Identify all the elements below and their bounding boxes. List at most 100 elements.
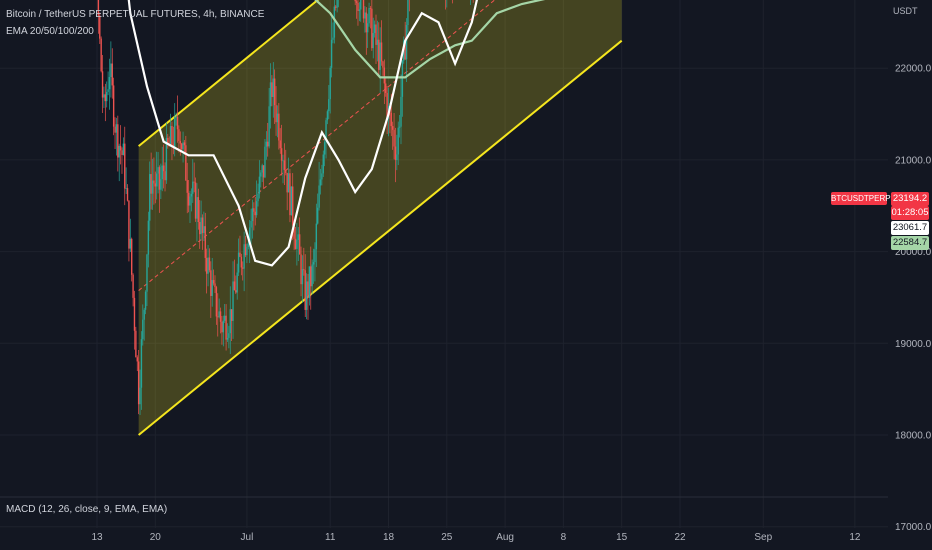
x-tick-label: 13 xyxy=(91,532,103,543)
x-tick-label: 11 xyxy=(325,532,336,543)
candle-body xyxy=(272,78,274,97)
y-tick-label: 21000.0 xyxy=(895,155,932,166)
price-chart[interactable]: 17000.018000.019000.020000.021000.022000… xyxy=(0,0,932,550)
candle-body xyxy=(296,239,298,249)
candle-body xyxy=(407,0,409,26)
candle-body xyxy=(262,165,265,178)
candle-body xyxy=(203,226,205,234)
candle-body xyxy=(311,264,313,287)
candle-body xyxy=(133,297,136,331)
candle-body xyxy=(355,1,358,3)
candle-body xyxy=(357,2,359,11)
candle-body xyxy=(142,319,144,340)
x-tick-label: 25 xyxy=(441,532,453,543)
x-tick-label: 20 xyxy=(150,532,162,543)
candle-body xyxy=(282,160,284,162)
y-tick-label: 17000.0 xyxy=(895,522,932,533)
candle-body xyxy=(362,0,365,19)
candle-body xyxy=(335,6,337,8)
candle-body xyxy=(233,281,236,291)
candle-body xyxy=(298,234,301,255)
candle-body xyxy=(304,270,306,310)
candle-body xyxy=(243,244,245,269)
candle-body xyxy=(101,71,104,98)
candle-body xyxy=(164,171,166,181)
ema-indicator-label[interactable]: EMA 20/50/100/200 xyxy=(6,26,94,37)
candle-body xyxy=(383,67,386,84)
candle-body xyxy=(169,125,172,147)
candle-body xyxy=(267,141,269,147)
candle-body xyxy=(373,24,376,34)
candle-body xyxy=(175,116,177,118)
candle-body xyxy=(154,183,156,187)
candle-body xyxy=(106,91,108,102)
candle-body xyxy=(194,182,197,219)
candle-body xyxy=(193,181,195,183)
candle-body xyxy=(250,221,252,228)
candle-body xyxy=(174,117,176,147)
candle-body xyxy=(364,12,366,19)
candle-body xyxy=(160,179,162,190)
candle-body xyxy=(208,257,211,271)
candle-body xyxy=(242,267,244,269)
x-tick-label: Jul xyxy=(241,532,254,543)
macd-indicator-label[interactable]: MACD (12, 26, close, 9, EMA, EMA) xyxy=(6,504,167,515)
candle-body xyxy=(333,6,336,38)
candle-body xyxy=(336,0,338,8)
candle-body xyxy=(391,126,394,130)
candle-body xyxy=(305,281,308,310)
candle-body xyxy=(257,193,259,202)
candle-body xyxy=(111,63,113,86)
candle-body xyxy=(183,142,186,146)
candle-body xyxy=(143,309,145,320)
x-tick-label: 15 xyxy=(616,532,628,543)
candle-body xyxy=(207,257,209,274)
candle-body xyxy=(310,266,312,287)
x-tick-label: 22 xyxy=(674,532,686,543)
candle-body xyxy=(232,281,234,321)
candle-body xyxy=(137,361,140,405)
candle-body xyxy=(289,173,291,216)
candle-body xyxy=(100,38,102,72)
candle-body xyxy=(179,140,181,144)
candle-body xyxy=(328,99,330,112)
candle-body xyxy=(360,0,362,10)
candle-body xyxy=(190,193,193,197)
x-tick-label: 12 xyxy=(849,532,861,543)
candle-body xyxy=(230,309,233,321)
candle-body xyxy=(161,165,163,180)
candle-body xyxy=(253,208,255,212)
ema-50-tag: 22584.7 xyxy=(891,236,929,250)
candle-body xyxy=(322,154,324,174)
candle-body xyxy=(197,197,200,223)
parallel-channel[interactable] xyxy=(0,0,888,436)
candle-body xyxy=(397,127,399,155)
candle-body xyxy=(103,94,105,98)
candle-body xyxy=(210,270,212,296)
candle-body xyxy=(146,254,148,292)
candle-body xyxy=(162,165,165,172)
candle-body xyxy=(369,7,372,9)
candle-body xyxy=(280,148,283,161)
candle-body xyxy=(366,23,369,33)
candle-body xyxy=(140,339,143,388)
y-tick-label: 22000.0 xyxy=(895,64,932,75)
candle-body xyxy=(375,24,377,45)
candle-body xyxy=(393,129,395,147)
candle-body xyxy=(104,94,107,102)
candle-body xyxy=(303,269,305,271)
candle-body xyxy=(365,12,367,33)
candle-body xyxy=(221,321,223,333)
y-tick-label: 18000.0 xyxy=(895,431,932,442)
symbol-tag: BTCUSDTPERP xyxy=(831,192,891,205)
candle-body xyxy=(286,173,288,193)
ema-20-tag: 23061.7 xyxy=(891,221,929,235)
candle-body xyxy=(185,145,187,181)
candle-body xyxy=(244,244,247,256)
candle-body xyxy=(312,262,315,265)
candle-body xyxy=(122,143,125,155)
candle-body xyxy=(129,238,132,249)
candle-body xyxy=(182,142,184,150)
candle-body xyxy=(382,61,384,68)
candle-body xyxy=(149,174,151,221)
